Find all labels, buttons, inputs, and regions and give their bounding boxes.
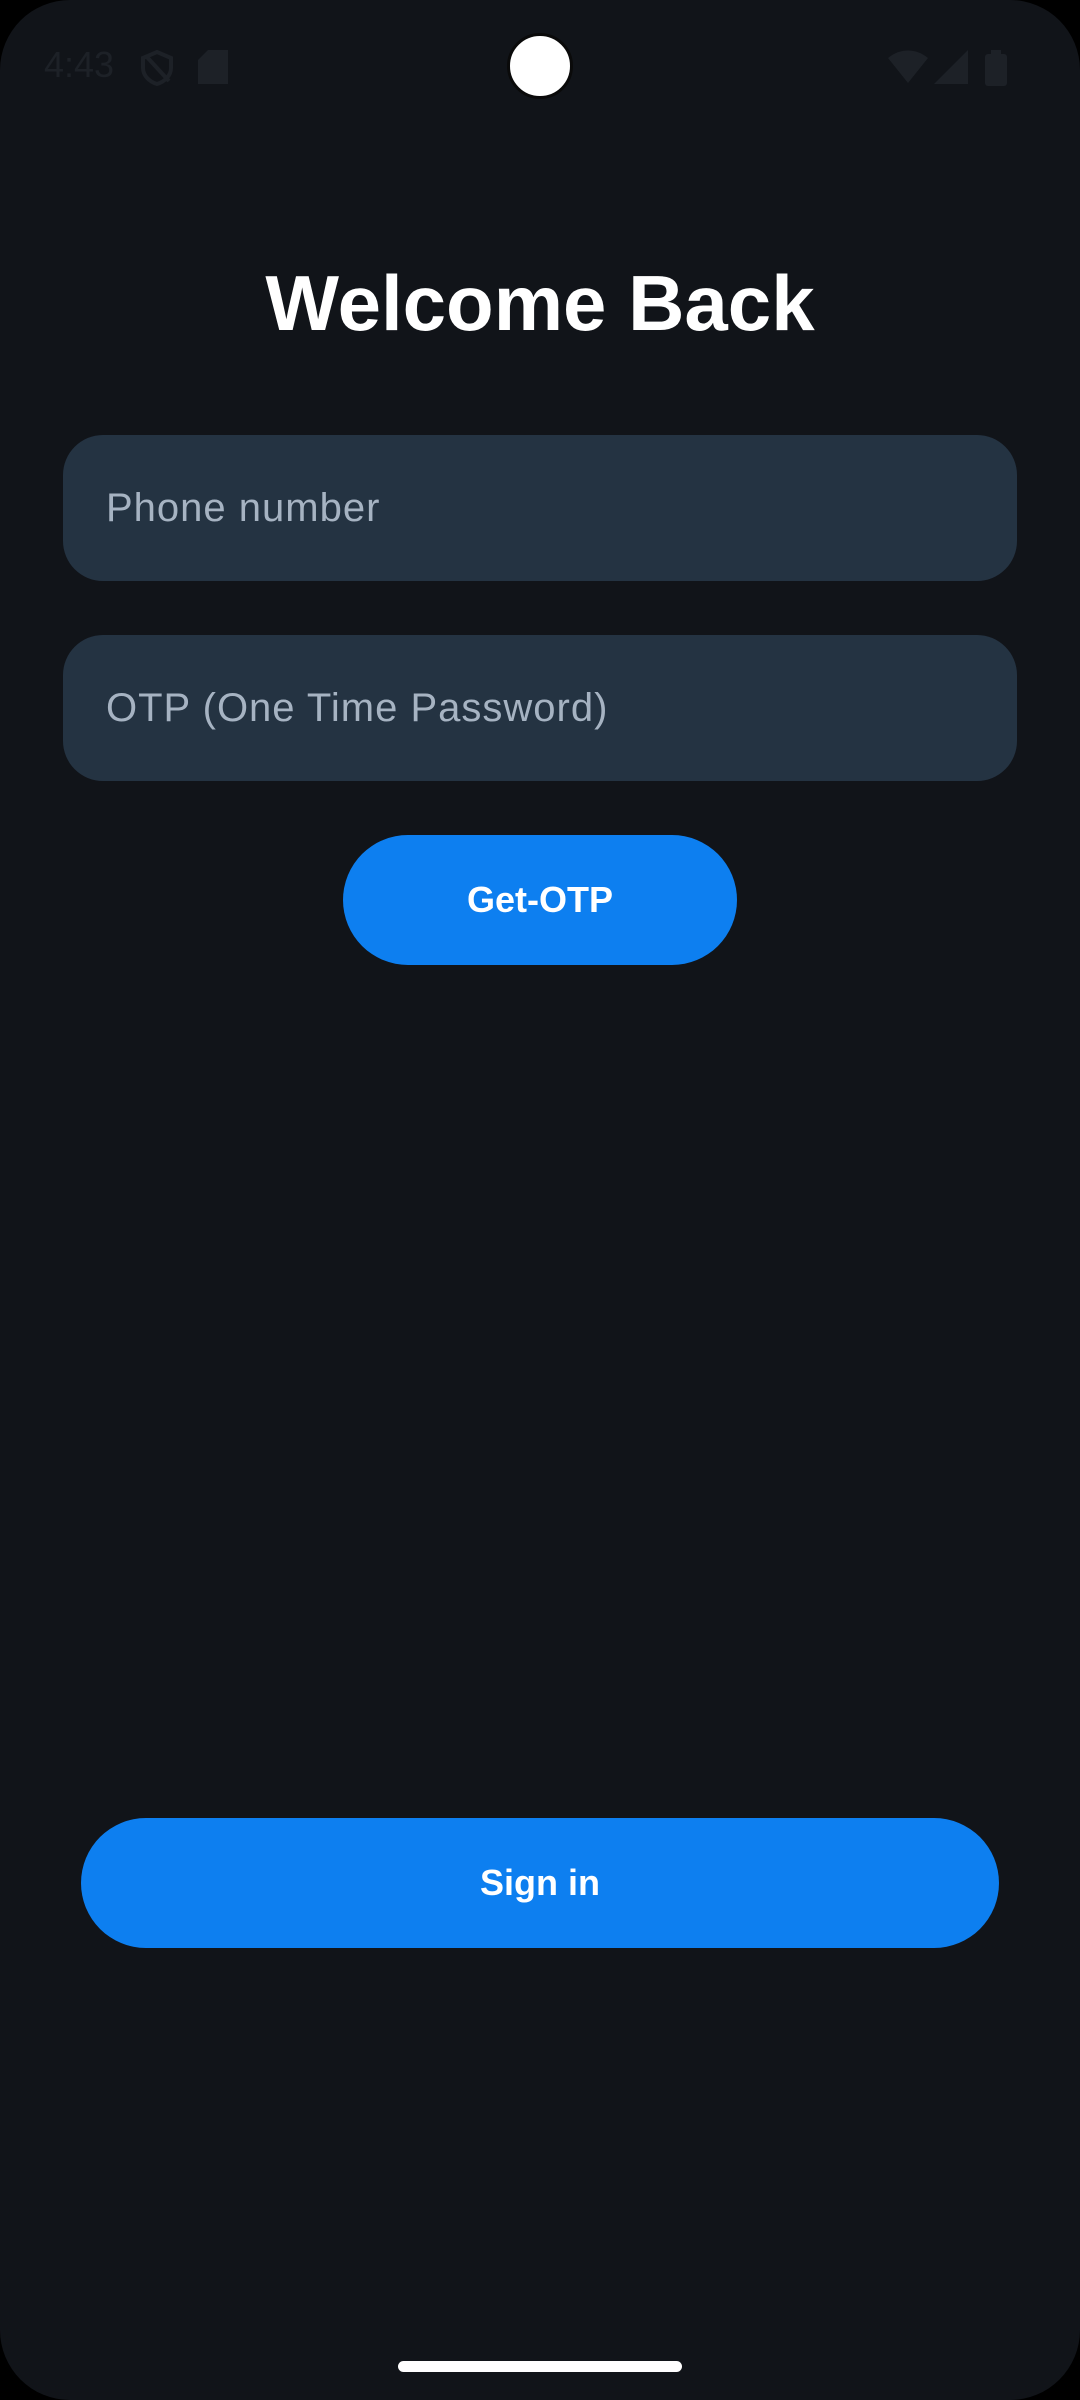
get-otp-button-label: Get-OTP <box>466 879 613 920</box>
login-screen: 4:43 Welcome Back Phone number OTP (One … <box>0 0 1080 2400</box>
status-bar: 4:43 <box>0 0 1080 130</box>
otp-input[interactable] <box>63 635 1017 781</box>
page-title: Welcome Back <box>265 259 815 347</box>
status-time: 4:43 <box>44 44 115 85</box>
camera-cutout <box>507 33 573 99</box>
sign-in-button-label: Sign in <box>480 1862 600 1903</box>
sd-card-icon <box>198 50 228 89</box>
battery-icon <box>985 50 1007 91</box>
home-indicator[interactable] <box>398 2361 682 2372</box>
shield-icon <box>140 49 174 91</box>
wifi-icon <box>888 50 928 89</box>
phone-number-input[interactable] <box>63 435 1017 581</box>
signal-icon <box>934 50 968 89</box>
get-otp-button[interactable]: Get-OTP <box>343 835 737 965</box>
sign-in-button[interactable]: Sign in <box>81 1818 999 1948</box>
